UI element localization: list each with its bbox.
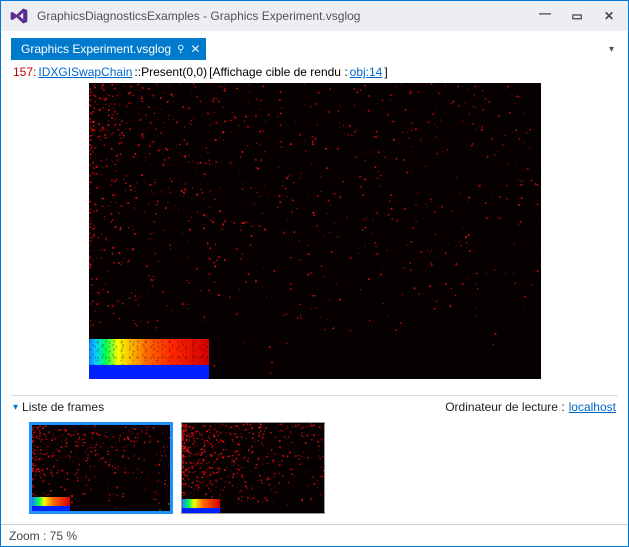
frames-header: ▾ Liste de frames Ordinateur de lecture … (11, 395, 618, 418)
maximize-button[interactable]: ▭ (570, 9, 584, 23)
minimize-button[interactable]: — (538, 6, 552, 20)
frames-header-label: Liste de frames (22, 400, 104, 414)
event-interface-link[interactable]: IDXGISwapChain (38, 65, 132, 79)
playback-machine-label: Ordinateur de lecture : (445, 400, 564, 414)
window-controls: — ▭ ✕ (538, 9, 622, 23)
heatmap-overlay (182, 499, 220, 513)
zoom-level: Zoom : 75 % (9, 529, 77, 543)
playback-machine-link[interactable]: localhost (569, 400, 616, 414)
window-title: GraphicsDiagnosticsExamples - Graphics E… (37, 9, 538, 23)
frame-thumbnail[interactable] (29, 422, 173, 514)
event-target-suffix: ] (384, 65, 387, 79)
document-area: Graphics Experiment.vsglog ⚲ ✕ ▾ 157: ID… (1, 31, 628, 524)
heatmap-overlay (32, 497, 70, 511)
tab-close-icon[interactable]: ✕ (190, 42, 200, 56)
event-target-prefix: [Affichage cible de rendu : (209, 65, 348, 79)
close-button[interactable]: ✕ (602, 9, 616, 23)
title-bar: GraphicsDiagnosticsExamples - Graphics E… (1, 1, 628, 31)
event-id: 157: (13, 65, 36, 79)
pin-icon[interactable]: ⚲ (177, 44, 184, 55)
tab-overflow-icon[interactable]: ▾ (609, 44, 618, 55)
event-call-line: 157: IDXGISwapChain ::Present(0,0) [Affi… (11, 61, 618, 83)
document-tab[interactable]: Graphics Experiment.vsglog ⚲ ✕ (11, 38, 206, 60)
collapse-frames-icon[interactable]: ▾ (13, 402, 18, 413)
event-method: ::Present(0,0) (134, 65, 207, 79)
app-logo-icon (7, 7, 31, 25)
particle-overlay (89, 83, 541, 379)
tab-strip: Graphics Experiment.vsglog ⚲ ✕ ▾ (11, 37, 618, 61)
render-target-preview[interactable] (89, 83, 541, 379)
tab-label: Graphics Experiment.vsglog (21, 42, 171, 56)
frame-thumbnail[interactable] (181, 422, 325, 514)
heatmap-overlay (89, 339, 209, 379)
render-target-area (11, 83, 618, 395)
frames-list (11, 418, 618, 522)
event-target-link[interactable]: obj:14 (350, 65, 383, 79)
status-bar: Zoom : 75 % (1, 524, 628, 546)
